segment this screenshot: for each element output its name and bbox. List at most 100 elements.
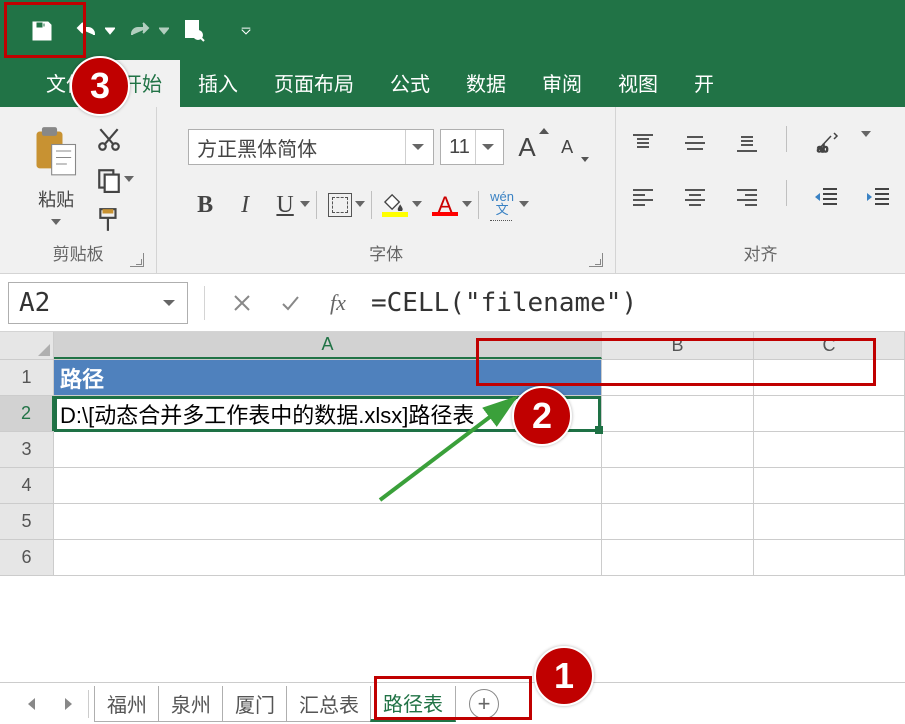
tab-data[interactable]: 数据: [448, 60, 524, 107]
sheet-tab-5[interactable]: 路径表: [370, 686, 456, 722]
indent-inc-button[interactable]: [861, 180, 895, 214]
tab-review[interactable]: 审阅: [524, 60, 600, 107]
formula-input[interactable]: =CELL("filename"): [365, 284, 897, 322]
align-center-button[interactable]: [678, 180, 712, 214]
sheet-tab-2[interactable]: 泉州: [158, 686, 224, 722]
row-header-4[interactable]: 4: [0, 468, 54, 503]
align-right-button[interactable]: [730, 180, 764, 214]
fill-color-dropdown[interactable]: [412, 196, 422, 214]
row-header-3[interactable]: 3: [0, 432, 54, 467]
grow-font-button[interactable]: A: [510, 130, 544, 164]
redo-dropdown[interactable]: [156, 11, 172, 51]
save-button[interactable]: [20, 11, 64, 51]
orientation-button[interactable]: ab: [809, 126, 843, 160]
name-box[interactable]: A2: [8, 282, 188, 324]
borders-button[interactable]: [323, 188, 357, 222]
cell-C4[interactable]: [754, 468, 905, 503]
align-bot-button[interactable]: [730, 126, 764, 160]
group-alignment: ab 对齐: [616, 107, 905, 273]
align-mid-button[interactable]: [678, 126, 712, 160]
row-header-5[interactable]: 5: [0, 504, 54, 539]
sheet-tabs-bar: 福州 泉州 厦门 汇总表 路径表 +: [0, 682, 905, 724]
font-name-dropdown[interactable]: [405, 130, 429, 164]
cell-B5[interactable]: [602, 504, 754, 539]
formula-bar: A2 fx =CELL("filename"): [0, 274, 905, 332]
row-header-2[interactable]: 2: [0, 396, 54, 431]
name-box-value: A2: [19, 288, 50, 318]
svg-text:ab: ab: [817, 144, 829, 155]
new-sheet-button[interactable]: +: [469, 689, 499, 719]
font-name-combo[interactable]: 方正黑体简体: [188, 129, 434, 165]
cell-B6[interactable]: [602, 540, 754, 575]
row-header-1[interactable]: 1: [0, 360, 54, 395]
fill-color-button[interactable]: [378, 188, 412, 222]
group-align-label: 对齐: [626, 234, 895, 273]
sheet-tab-3[interactable]: 厦门: [222, 686, 288, 722]
cell-A6[interactable]: [54, 540, 602, 575]
bold-button[interactable]: B: [188, 188, 222, 222]
cell-A5[interactable]: [54, 504, 602, 539]
fx-button[interactable]: fx: [317, 282, 359, 324]
tab-view[interactable]: 视图: [600, 60, 676, 107]
group-clipboard: 粘贴 剪贴板: [0, 107, 157, 273]
cell-A1[interactable]: 路径: [54, 360, 602, 395]
copy-button[interactable]: [96, 167, 134, 193]
ribbon: 粘贴 剪贴板 方正黑体简体 11 A: [0, 107, 905, 274]
font-color-dropdown[interactable]: [462, 196, 472, 214]
cell-B2[interactable]: [602, 396, 754, 431]
orientation-dropdown[interactable]: [861, 126, 871, 160]
cell-C3[interactable]: [754, 432, 905, 467]
cell-C1[interactable]: [754, 360, 905, 395]
annotation-1: 1: [534, 646, 594, 706]
qat-customize-button[interactable]: [224, 11, 268, 51]
cell-C2[interactable]: [754, 396, 905, 431]
name-box-dropdown[interactable]: [155, 283, 183, 323]
align-left-button[interactable]: [626, 180, 660, 214]
cell-C5[interactable]: [754, 504, 905, 539]
cell-C6[interactable]: [754, 540, 905, 575]
cell-A3[interactable]: [54, 432, 602, 467]
font-size-dropdown[interactable]: [475, 130, 499, 164]
ribbon-tabs: 文件 开始 插入 页面布局 公式 数据 审阅 视图 开: [0, 62, 905, 107]
italic-button[interactable]: I: [228, 188, 262, 222]
format-painter-button[interactable]: [96, 207, 134, 233]
borders-dropdown[interactable]: [355, 196, 365, 214]
cancel-formula-button[interactable]: [221, 282, 263, 324]
paste-button[interactable]: [30, 125, 82, 182]
select-all-corner[interactable]: [0, 332, 54, 359]
font-size-combo[interactable]: 11: [440, 129, 504, 165]
font-launcher[interactable]: [589, 253, 603, 267]
phonetic-button[interactable]: wén 文: [485, 188, 519, 222]
cut-button[interactable]: [96, 127, 134, 153]
indent-dec-button[interactable]: [809, 180, 843, 214]
font-color-button[interactable]: A: [428, 188, 462, 222]
undo-dropdown[interactable]: [102, 11, 118, 51]
clipboard-launcher[interactable]: [130, 253, 144, 267]
sheet-tab-4[interactable]: 汇总表: [286, 686, 372, 722]
tab-insert[interactable]: 插入: [180, 60, 256, 107]
accept-formula-button[interactable]: [269, 282, 311, 324]
paste-label: 粘贴: [38, 186, 74, 212]
col-header-A[interactable]: A: [54, 332, 602, 359]
row-header-6[interactable]: 6: [0, 540, 54, 575]
shrink-font-button[interactable]: A: [550, 130, 584, 164]
phonetic-dropdown[interactable]: [519, 196, 529, 214]
sheet-nav-prev[interactable]: [22, 694, 42, 714]
print-preview-button[interactable]: [172, 11, 216, 51]
paste-dropdown[interactable]: [51, 214, 61, 232]
cell-B3[interactable]: [602, 432, 754, 467]
sheet-tab-1[interactable]: 福州: [94, 686, 160, 722]
align-top-button[interactable]: [626, 126, 660, 160]
tab-extra[interactable]: 开: [676, 60, 732, 107]
col-header-C[interactable]: C: [754, 332, 905, 359]
cell-A4[interactable]: [54, 468, 602, 503]
cell-B1[interactable]: [602, 360, 754, 395]
tab-layout[interactable]: 页面布局: [256, 60, 372, 107]
font-size-value: 11: [449, 136, 470, 159]
sheet-nav-next[interactable]: [58, 694, 78, 714]
tab-formula[interactable]: 公式: [372, 60, 448, 107]
underline-dropdown[interactable]: [300, 196, 310, 214]
underline-button[interactable]: U: [268, 188, 302, 222]
cell-B4[interactable]: [602, 468, 754, 503]
col-header-B[interactable]: B: [602, 332, 754, 359]
